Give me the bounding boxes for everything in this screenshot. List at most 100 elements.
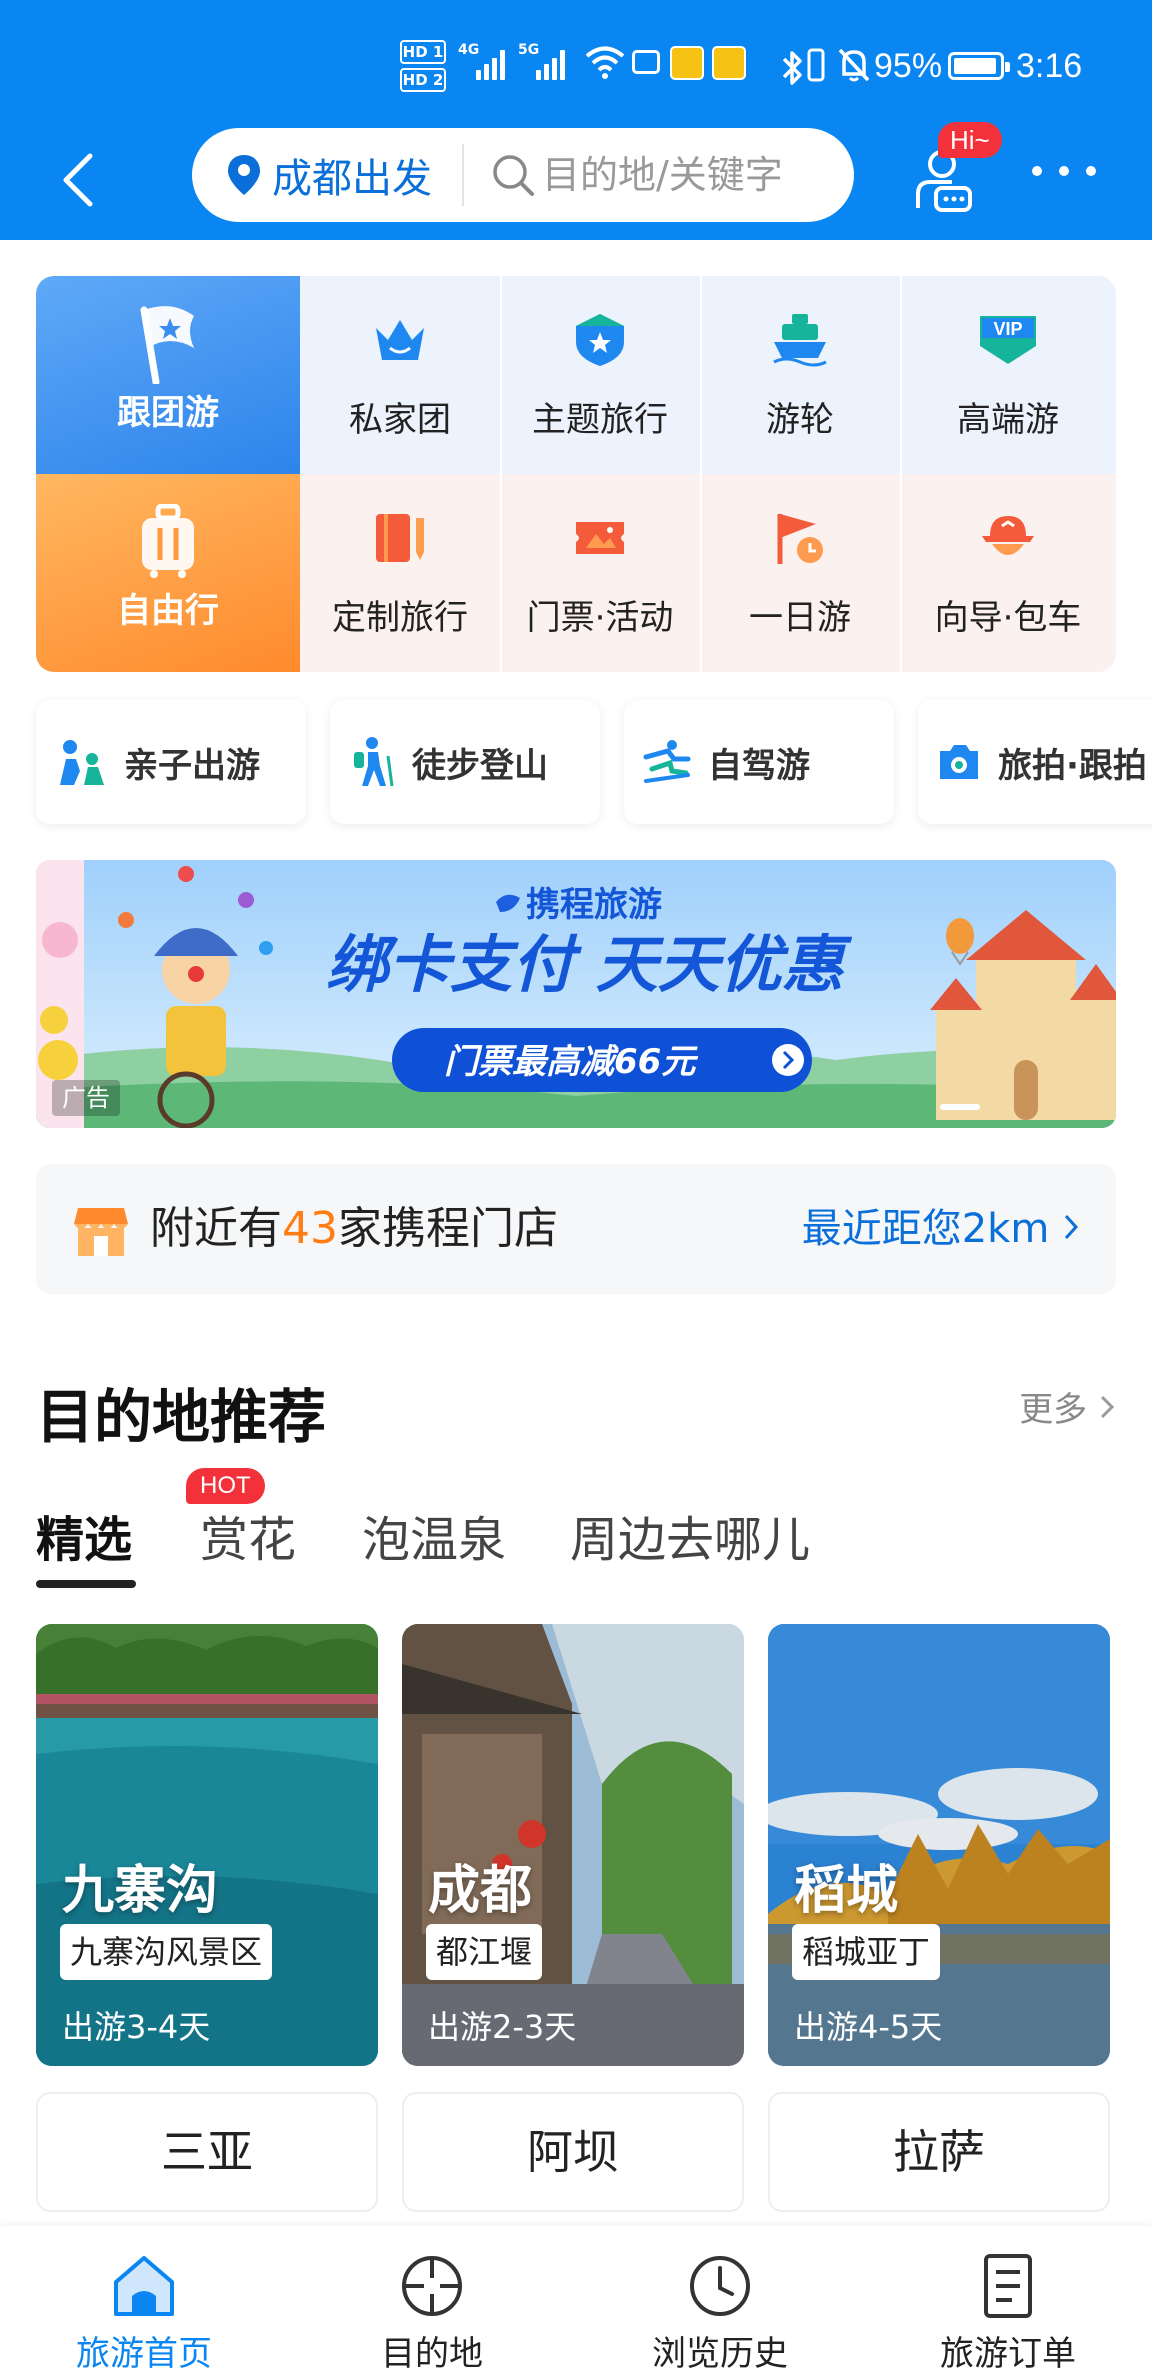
- grid-item-custom-travel[interactable]: 定制旅行: [300, 474, 500, 672]
- grid-item-tickets-activities[interactable]: 门票·活动: [500, 474, 700, 672]
- chip-family-trip[interactable]: 亲子出游: [36, 700, 306, 824]
- guide-hat-icon: [982, 516, 1034, 555]
- nav-label: 目的地: [381, 2334, 483, 2374]
- chip-label: 自驾游: [708, 745, 810, 786]
- order-list-icon: [984, 2254, 1032, 2318]
- more-link[interactable]: 更多: [1019, 1382, 1116, 1431]
- nav-travel-home[interactable]: 旅游首页: [0, 2226, 288, 2376]
- search-bar: 成都出发: [192, 128, 854, 222]
- grid-label: 私家团: [349, 400, 451, 440]
- grid-label: 向导·包车: [934, 598, 1082, 638]
- grid-item-cruise[interactable]: 游轮: [700, 276, 900, 474]
- grid-row-free-travel: 自由行 定制旅行 门票·活动 一日游 向导·包车: [36, 474, 1116, 672]
- clock-time: 3:16: [1016, 47, 1083, 85]
- divider: [462, 144, 464, 206]
- grid-label: 一日游: [749, 598, 851, 638]
- nav-destination[interactable]: 目的地: [288, 2226, 576, 2376]
- bluetooth-icon: [782, 51, 802, 85]
- store-prefix: 附近有: [150, 1203, 282, 1254]
- nav-browse-history[interactable]: 浏览历史: [576, 2226, 864, 2376]
- shield-star-icon: [576, 314, 624, 366]
- store-distance-link[interactable]: 最近距您2km: [802, 1164, 1080, 1294]
- wifi-icon: [585, 46, 625, 79]
- clock-icon: [690, 2256, 750, 2316]
- banner-offer: 门票最高减66元: [444, 1042, 698, 1082]
- chip-self-drive[interactable]: 自驾游: [624, 700, 894, 824]
- hi-badge: Hi~: [938, 122, 1002, 158]
- nearby-store-bar[interactable]: 附近有43家携程门店 最近距您2km: [36, 1164, 1116, 1294]
- destination-chip-lhasa[interactable]: 拉萨: [768, 2092, 1110, 2212]
- ad-tag: 广告: [52, 1080, 120, 1116]
- destination-card-jiuzhaigou[interactable]: 九寨沟 九寨沟风景区 出游3-4天: [36, 1624, 378, 2066]
- vibrate-icon: [807, 48, 825, 82]
- notebook-pen-icon: [376, 514, 424, 562]
- departure-city-label: 成都出发: [272, 156, 432, 202]
- back-arrow-icon[interactable]: [58, 150, 98, 210]
- app-notification-icon: [670, 46, 704, 80]
- grid-item-guide-car[interactable]: 向导·包车: [900, 474, 1116, 672]
- hiking-icon: [354, 737, 394, 787]
- card-city: 稻城: [794, 1861, 899, 1921]
- tab-featured[interactable]: 精选: [36, 1500, 132, 1570]
- nav-travel-orders[interactable]: 旅游订单: [864, 2226, 1152, 2376]
- luggage-icon: [142, 504, 194, 578]
- banner-headline: 绑卡支付 天天优惠: [326, 928, 853, 1001]
- card-duration: 出游3-4天: [62, 2008, 211, 2046]
- card-city: 九寨沟: [62, 1861, 219, 1921]
- chevron-right-icon: [1100, 1395, 1115, 1419]
- more-options-icon[interactable]: [1032, 166, 1096, 182]
- departure-city-selector[interactable]: 成都出发: [226, 128, 432, 222]
- header: HD 1 HD 2 4G 5G 95% 3:16 成都出发 目的地/关键字 Hi…: [0, 0, 1152, 240]
- grid-row-group-tours: 跟团游 私家团 主题旅行 游轮 VIP 高端游: [36, 276, 1116, 474]
- promo-banner[interactable]: 携程旅游 绑卡支付 天天优惠 门票最高减66元: [36, 860, 1116, 1128]
- section-title: 目的地推荐: [36, 1383, 327, 1451]
- search-input[interactable]: [490, 128, 840, 222]
- destination-card-chengdu[interactable]: 成都 都江堰 出游2-3天: [402, 1624, 744, 2066]
- app-notification-icon: [712, 46, 746, 80]
- tv-icon: [632, 50, 660, 74]
- grid-label: 跟团游: [117, 393, 219, 433]
- battery-icon: [948, 52, 1010, 80]
- net2-label: 5G: [518, 42, 540, 58]
- destination-chip-aba[interactable]: 阿坝: [402, 2092, 744, 2212]
- card-city: 成都: [428, 1861, 533, 1921]
- tab-flowers[interactable]: 赏花: [200, 1500, 296, 1570]
- card-duration: 出游4-5天: [794, 2008, 943, 2046]
- hd-indicators: HD 1 HD 2: [400, 40, 446, 96]
- grid-label: 门票·活动: [526, 598, 674, 638]
- svg-text:VIP: VIP: [993, 319, 1022, 339]
- grid-item-premium-tour[interactable]: VIP 高端游: [900, 276, 1116, 474]
- grid-item-free-travel[interactable]: 自由行: [36, 474, 300, 672]
- chip-label: 徒步登山: [412, 745, 548, 786]
- quick-chip-row: 亲子出游 徒步登山 自驾游 旅拍·跟拍: [36, 700, 1152, 824]
- tab-hot-springs[interactable]: 泡温泉: [362, 1500, 506, 1570]
- net1-label: 4G: [458, 42, 480, 58]
- grid-item-group-tour[interactable]: 跟团游: [36, 276, 300, 474]
- destination-card-daocheng[interactable]: 稻城 稻城亚丁 出游4-5天: [768, 1624, 1110, 2066]
- grid-item-day-tour[interactable]: 一日游: [700, 474, 900, 672]
- store-count-text: 附近有43家携程门店: [150, 1164, 558, 1294]
- hd2-label: HD 2: [400, 68, 446, 92]
- promo-banner-art: 携程旅游 绑卡支付 天天优惠 门票最高减66元: [36, 860, 1116, 1128]
- chip-travel-photo[interactable]: 旅拍·跟拍: [918, 700, 1152, 824]
- store-suffix: 家携程门店: [338, 1203, 558, 1254]
- mute-bell-icon: [838, 48, 870, 82]
- status-bar: HD 1 HD 2 4G 5G 95% 3:16: [0, 0, 1152, 130]
- grid-item-theme-travel[interactable]: 主题旅行: [500, 276, 700, 474]
- store-count: 43: [282, 1203, 338, 1254]
- grid-item-private-tour[interactable]: 私家团: [300, 276, 500, 474]
- vip-icon: VIP: [980, 316, 1036, 364]
- card-spot: 九寨沟风景区: [60, 1924, 273, 1980]
- hot-badge: HOT: [186, 1468, 265, 1504]
- tab-active-indicator: [36, 1580, 136, 1588]
- destination-cards: 九寨沟 九寨沟风景区 出游3-4天 成都 都江堰 出游2-3天 稻城 稻城亚丁 …: [36, 1624, 1116, 2066]
- cruise-ship-icon: [773, 314, 827, 367]
- grid-label: 自由行: [117, 591, 219, 631]
- banner-brand: 携程旅游: [526, 885, 662, 925]
- store-distance: 最近距您2km: [801, 1206, 1050, 1252]
- daocheng-photo: [768, 1624, 1110, 2066]
- chip-hiking[interactable]: 徒步登山: [330, 700, 600, 824]
- card-spot: 都江堰: [426, 1924, 543, 1980]
- destination-chip-sanya[interactable]: 三亚: [36, 2092, 378, 2212]
- tab-nearby[interactable]: 周边去哪儿: [570, 1500, 810, 1570]
